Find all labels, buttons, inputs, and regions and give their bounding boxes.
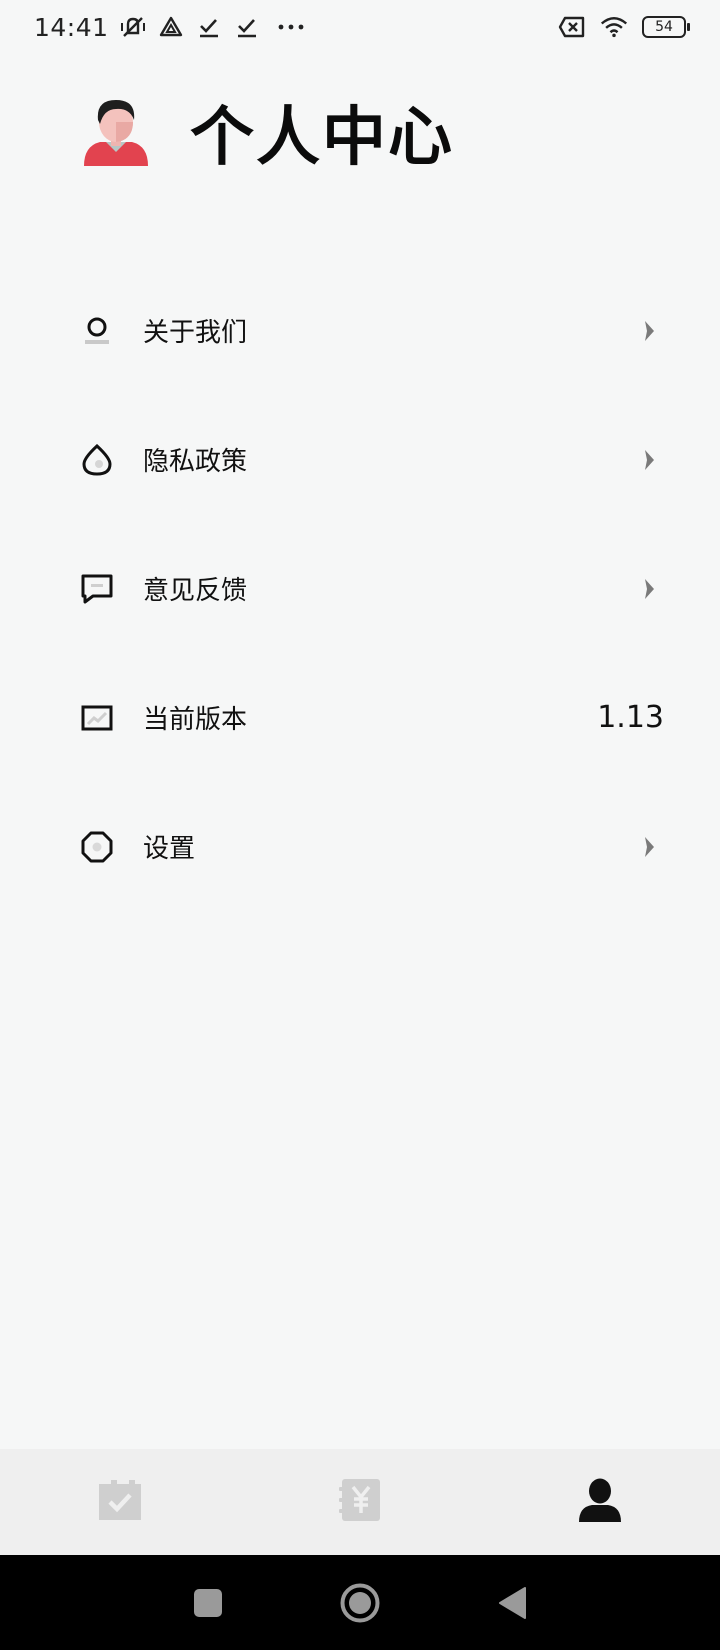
user-avatar-icon[interactable] bbox=[80, 96, 152, 168]
menu-item-feedback[interactable]: 意见反馈 bbox=[0, 524, 720, 653]
tab-bookkeeping[interactable] bbox=[300, 1449, 420, 1555]
message-icon bbox=[80, 572, 114, 606]
mute-vibrate-icon bbox=[119, 13, 147, 41]
chevron-right-icon bbox=[640, 447, 658, 473]
menu-item-label: 意见反馈 bbox=[143, 576, 248, 606]
menu-item-label: 关于我们 bbox=[143, 318, 248, 348]
screen: 14:41 54 个人中心 关于我们 隐私政策 意见反馈 当前版本 1.13 设… bbox=[0, 0, 720, 1650]
battery-icon: 54 bbox=[642, 16, 690, 38]
menu-item-settings[interactable]: 设置 bbox=[0, 782, 720, 911]
menu-item-privacy-policy[interactable]: 隐私政策 bbox=[0, 395, 720, 524]
drive-icon bbox=[157, 13, 185, 41]
menu-item-about-us[interactable]: 关于我们 bbox=[0, 266, 720, 395]
home-icon[interactable] bbox=[338, 1581, 382, 1625]
check-icon bbox=[195, 13, 223, 41]
recent-apps-icon[interactable] bbox=[186, 1581, 230, 1625]
chevron-right-icon bbox=[640, 576, 658, 602]
menu-item-label: 隐私政策 bbox=[143, 447, 248, 477]
status-time: 14:41 bbox=[34, 12, 109, 42]
tab-checkin[interactable] bbox=[60, 1449, 180, 1555]
chevron-right-icon bbox=[640, 834, 658, 860]
menu-item-label: 当前版本 bbox=[143, 705, 248, 735]
user-icon bbox=[578, 1477, 622, 1527]
version-value: 1.13 bbox=[597, 700, 664, 735]
status-right: 54 bbox=[558, 13, 690, 41]
octagon-icon bbox=[80, 830, 114, 864]
status-left: 14:41 bbox=[34, 13, 305, 42]
more-dots-icon bbox=[277, 13, 305, 41]
drop-icon bbox=[80, 443, 114, 477]
check-icon bbox=[233, 13, 261, 41]
menu-list: 关于我们 隐私政策 意见反馈 当前版本 1.13 设置 bbox=[0, 266, 720, 911]
menu-item-label: 设置 bbox=[143, 834, 196, 864]
tab-profile[interactable] bbox=[540, 1449, 660, 1555]
yuan-notebook-icon bbox=[338, 1477, 382, 1527]
bottom-tab-bar bbox=[0, 1449, 720, 1555]
back-icon[interactable] bbox=[490, 1581, 534, 1625]
person-outline-icon bbox=[80, 314, 114, 348]
chevron-right-icon bbox=[640, 318, 658, 344]
monitor-chart-icon bbox=[80, 701, 114, 735]
status-bar: 14:41 54 bbox=[0, 0, 720, 54]
calendar-check-icon bbox=[97, 1478, 143, 1526]
system-nav-bar bbox=[0, 1555, 720, 1650]
header: 个人中心 bbox=[80, 96, 454, 175]
battery-level: 54 bbox=[655, 19, 673, 35]
sim-off-icon bbox=[558, 13, 586, 41]
wifi-icon bbox=[600, 13, 628, 41]
menu-item-current-version: 当前版本 1.13 bbox=[0, 653, 720, 782]
page-title: 个人中心 bbox=[190, 101, 454, 175]
